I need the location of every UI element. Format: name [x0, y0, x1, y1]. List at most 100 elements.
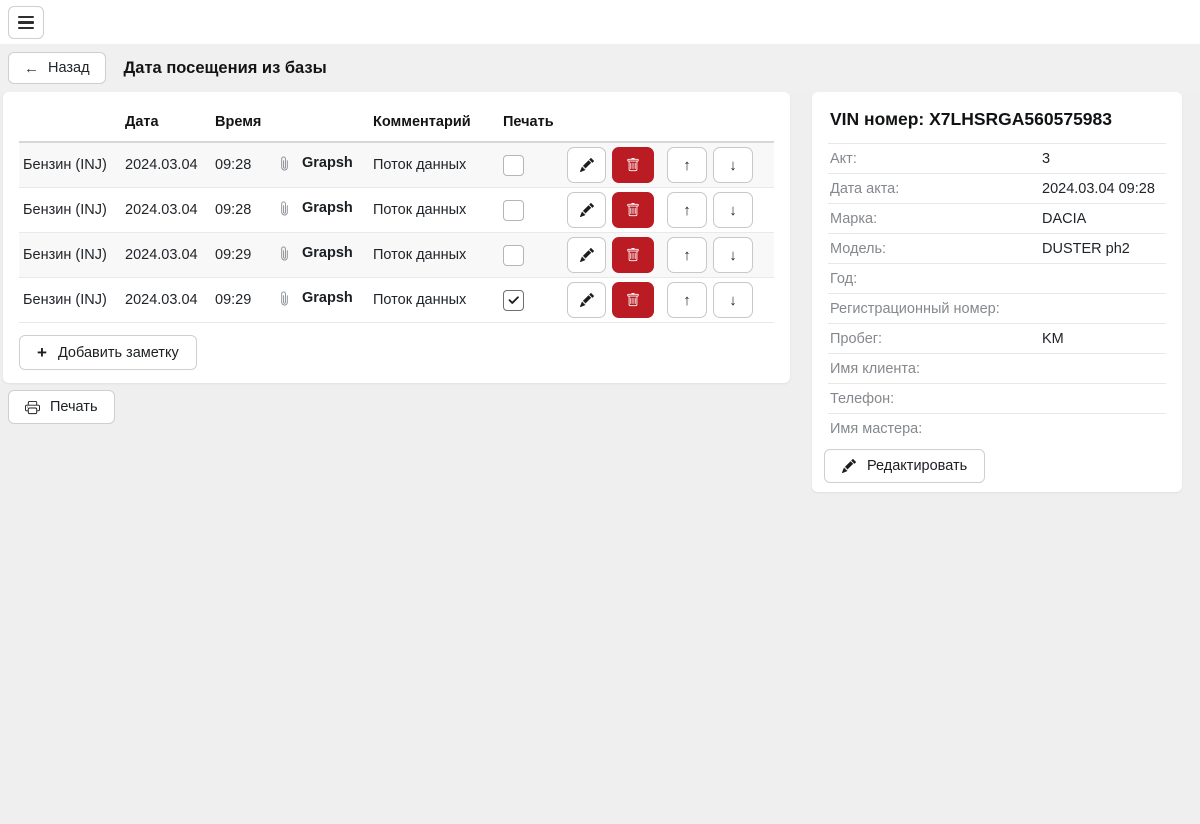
arrow-up-icon: ↑ [683, 292, 691, 309]
move-up-button[interactable]: ↑ [667, 282, 707, 318]
graph-attachment-link[interactable]: Grapsh [277, 245, 353, 261]
row-time: 09:28 [211, 142, 273, 188]
add-note-button[interactable]: + Добавить заметку [19, 335, 197, 370]
trash-icon [626, 158, 640, 172]
move-down-button[interactable]: ↓ [713, 237, 753, 273]
print-checkbox[interactable] [503, 245, 524, 266]
move-up-button[interactable]: ↑ [667, 237, 707, 273]
print-checkbox[interactable] [503, 200, 524, 221]
field-label: Акт: [830, 151, 1042, 167]
plus-icon: + [37, 344, 47, 361]
column-header-comment: Комментарий [369, 104, 499, 142]
field-value: 3 [1042, 151, 1050, 167]
vin-field-row: Год: [828, 263, 1166, 293]
row-type: Бензин (INJ) [19, 142, 121, 188]
paperclip-icon [277, 156, 292, 171]
printer-icon [25, 400, 40, 415]
column-header-print: Печать [499, 104, 563, 142]
print-checkbox[interactable] [503, 155, 524, 176]
arrow-up-icon: ↑ [683, 157, 691, 174]
field-label: Год: [830, 271, 1042, 287]
back-arrow-icon: ← [24, 61, 39, 76]
row-time: 09:29 [211, 278, 273, 323]
arrow-down-icon: ↓ [729, 292, 737, 309]
edit-row-button[interactable] [567, 282, 606, 318]
field-value: DUSTER ph2 [1042, 241, 1130, 257]
delete-row-button[interactable] [612, 237, 654, 273]
row-comment: Поток данных [369, 278, 499, 323]
add-note-label: Добавить заметку [58, 345, 179, 361]
trash-icon [626, 203, 640, 217]
graph-attachment-link[interactable]: Grapsh [277, 200, 353, 216]
move-up-button[interactable]: ↑ [667, 147, 707, 183]
field-value: DACIA [1042, 211, 1086, 227]
move-down-button[interactable]: ↓ [713, 282, 753, 318]
vin-field-row: Регистрационный номер: [828, 293, 1166, 323]
edit-vin-button[interactable]: Редактировать [824, 449, 985, 483]
field-label: Телефон: [830, 391, 1042, 407]
field-value: 2024.03.04 09:28 [1042, 181, 1155, 197]
row-type: Бензин (INJ) [19, 233, 121, 278]
top-bar [0, 0, 1200, 44]
visits-table-card: Дата Время Комментарий Печать Бензин (IN… [3, 92, 790, 383]
field-label: Имя клиента: [830, 361, 1042, 377]
vin-field-row: Модель: DUSTER ph2 [828, 233, 1166, 263]
hamburger-icon [18, 16, 34, 19]
arrow-up-icon: ↑ [683, 202, 691, 219]
table-row: Бензин (INJ) 2024.03.04 09:29 Grapsh Пот… [19, 233, 774, 278]
delete-row-button[interactable] [612, 282, 654, 318]
pencil-icon [580, 158, 594, 172]
hamburger-menu-button[interactable] [8, 6, 44, 39]
vin-field-row: Имя мастера: [828, 413, 1166, 443]
row-type: Бензин (INJ) [19, 278, 121, 323]
arrow-up-icon: ↑ [683, 247, 691, 264]
field-label: Марка: [830, 211, 1042, 227]
vin-title: VIN номер: X7LHSRGA560575983 [828, 107, 1166, 143]
row-time: 09:29 [211, 233, 273, 278]
column-header-date: Дата [121, 104, 211, 142]
vin-field-row: Пробег: KM [828, 323, 1166, 353]
table-row: Бензин (INJ) 2024.03.04 09:29 Grapsh Пот… [19, 278, 774, 323]
arrow-down-icon: ↓ [729, 157, 737, 174]
move-down-button[interactable]: ↓ [713, 147, 753, 183]
vin-info-panel: VIN номер: X7LHSRGA560575983 Акт: 3 Дата… [812, 92, 1182, 492]
delete-row-button[interactable] [612, 192, 654, 228]
arrow-down-icon: ↓ [729, 247, 737, 264]
paperclip-icon [277, 246, 292, 261]
arrow-down-icon: ↓ [729, 202, 737, 219]
visits-table: Дата Время Комментарий Печать Бензин (IN… [19, 104, 774, 323]
row-comment: Поток данных [369, 142, 499, 188]
paperclip-icon [277, 201, 292, 216]
row-date: 2024.03.04 [121, 142, 211, 188]
edit-row-button[interactable] [567, 147, 606, 183]
delete-row-button[interactable] [612, 147, 654, 183]
edit-row-button[interactable] [567, 192, 606, 228]
page-header: ← Назад Дата посещения из базы [0, 44, 1200, 92]
row-date: 2024.03.04 [121, 188, 211, 233]
row-date: 2024.03.04 [121, 278, 211, 323]
field-label: Имя мастера: [830, 421, 1042, 437]
move-up-button[interactable]: ↑ [667, 192, 707, 228]
field-label: Пробег: [830, 331, 1042, 347]
vin-field-row: Марка: DACIA [828, 203, 1166, 233]
trash-icon [626, 248, 640, 262]
vin-field-row: Дата акта: 2024.03.04 09:28 [828, 173, 1166, 203]
pencil-icon [580, 203, 594, 217]
print-button[interactable]: Печать [8, 390, 115, 424]
pencil-icon [580, 293, 594, 307]
table-row: Бензин (INJ) 2024.03.04 09:28 Grapsh Пот… [19, 142, 774, 188]
print-checkbox[interactable] [503, 290, 524, 311]
graph-attachment-link[interactable]: Grapsh [277, 290, 353, 306]
field-label: Регистрационный номер: [830, 301, 1042, 317]
back-button[interactable]: ← Назад [8, 52, 106, 84]
graph-attachment-link[interactable]: Grapsh [277, 155, 353, 171]
back-button-label: Назад [48, 60, 90, 76]
edit-row-button[interactable] [567, 237, 606, 273]
table-row: Бензин (INJ) 2024.03.04 09:28 Grapsh Пот… [19, 188, 774, 233]
page-title: Дата посещения из базы [124, 59, 327, 78]
check-icon [507, 294, 520, 307]
row-comment: Поток данных [369, 233, 499, 278]
field-value: KM [1042, 331, 1064, 347]
vin-field-row: Акт: 3 [828, 143, 1166, 173]
move-down-button[interactable]: ↓ [713, 192, 753, 228]
